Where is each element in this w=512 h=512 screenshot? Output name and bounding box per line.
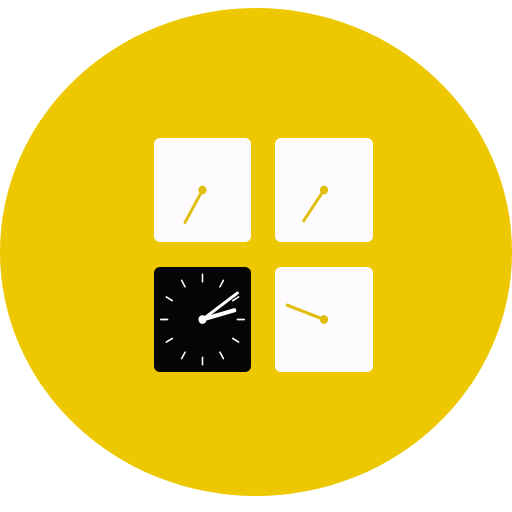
clock-tile-4 [275,267,373,372]
clock-tile-2 [275,138,373,242]
analog-clock-icon [154,267,251,372]
clock-tile-3 [154,267,251,372]
clock-hub [198,315,207,324]
yellow-badge-circle [0,8,512,496]
clock-tile-1 [154,138,251,242]
clock-hub [198,185,207,195]
app-icon[interactable] [0,0,512,512]
analog-clock-icon [275,138,373,242]
analog-clock-icon [154,138,251,242]
analog-clock-icon [275,267,373,372]
clock-hub [319,185,329,195]
clock-hub [319,315,329,324]
